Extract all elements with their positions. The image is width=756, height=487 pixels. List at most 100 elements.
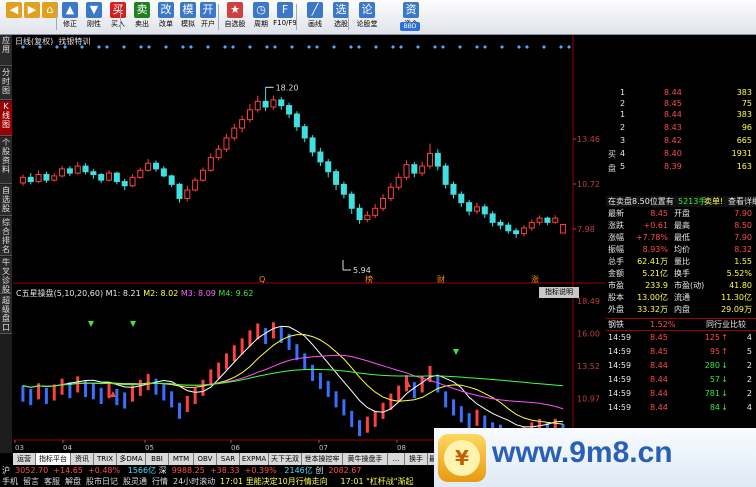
indicator-tab[interactable]: 天下无双: [269, 453, 302, 465]
toolbar-button-period[interactable]: ◷ 周期: [248, 2, 274, 33]
candle-body[interactable]: [43, 174, 50, 181]
candle-body[interactable]: [380, 197, 387, 209]
buy-row[interactable]: 4 8.40 1931: [606, 148, 756, 159]
status-menu-item[interactable]: 留言: [23, 477, 39, 486]
indicator-tab[interactable]: OBV: [194, 453, 217, 465]
sidebar-item-7[interactable]: 超级盘口: [0, 295, 12, 334]
toolbar-button-favorites[interactable]: ★ 自选股: [222, 2, 248, 33]
indicator-tab[interactable]: 运营: [13, 453, 36, 465]
status-menu-item[interactable]: 客服: [44, 477, 60, 486]
candle-body[interactable]: [333, 171, 340, 185]
candle-body[interactable]: [270, 99, 277, 108]
candle-body[interactable]: [137, 169, 144, 178]
event-marker[interactable]: 财: [437, 274, 445, 284]
candle-body[interactable]: [215, 148, 222, 159]
candle-body[interactable]: [262, 100, 269, 108]
news-item-1[interactable]: 17:01 里能决定10月行情走向: [220, 477, 328, 486]
indicator-tab[interactable]: 世本操控牢笼: [302, 453, 343, 475]
bbd-badge[interactable]: BBD: [400, 22, 420, 31]
candle-body[interactable]: [278, 99, 285, 107]
candle-body[interactable]: [348, 193, 355, 209]
indicator-tab[interactable]: BBI: [146, 453, 169, 465]
status-menu-item[interactable]: 股市日记: [86, 477, 118, 486]
candle-body[interactable]: [372, 207, 379, 216]
candle-body[interactable]: [505, 224, 512, 232]
candle-body[interactable]: [442, 165, 449, 185]
candle-body[interactable]: [90, 171, 97, 176]
candle-body[interactable]: [168, 175, 175, 185]
status-menu-item[interactable]: 行情: [152, 477, 168, 486]
sh-index[interactable]: 3052.70: [15, 466, 48, 475]
candle-body[interactable]: [66, 168, 73, 174]
sidebar-item-3[interactable]: 个股资料: [0, 137, 12, 184]
indicator-tab[interactable]: 多DMA: [117, 453, 146, 465]
sidebar-item-6[interactable]: 牛叉诊股: [0, 257, 12, 294]
candle-body[interactable]: [145, 162, 152, 171]
candle-body[interactable]: [411, 164, 418, 174]
candle-body[interactable]: [199, 169, 206, 181]
status-menu-item[interactable]: 手机: [2, 477, 18, 486]
cy-index[interactable]: 2082.67: [328, 466, 361, 475]
candle-body[interactable]: [192, 179, 199, 191]
candle-body[interactable]: [317, 151, 324, 163]
indicator-tab[interactable]: EXPMA: [240, 453, 269, 465]
indicator-tab[interactable]: 换手: [405, 453, 428, 465]
industry-compare-link[interactable]: 同行业比较: [706, 319, 746, 330]
candle-body[interactable]: [419, 165, 426, 174]
candle-body[interactable]: [364, 214, 371, 221]
toolbar-button-home[interactable]: ⌂: [40, 2, 60, 33]
candle-body[interactable]: [74, 165, 81, 174]
indicator-tab[interactable]: 指标平台: [36, 453, 71, 465]
toolbar-button-down[interactable]: ▼ 刚性: [84, 2, 104, 33]
candle-body[interactable]: [113, 172, 120, 183]
candle-body[interactable]: [286, 105, 293, 115]
candle-body[interactable]: [340, 183, 347, 195]
toolbar-button-draw[interactable]: ╱ 画线: [302, 2, 328, 33]
candle-body[interactable]: [231, 127, 238, 139]
candle-body[interactable]: [427, 152, 433, 167]
indicator-tab[interactable]: MTM: [169, 453, 194, 465]
indicator-tab[interactable]: SAR: [217, 453, 240, 465]
candle-body[interactable]: [19, 176, 26, 184]
buy-row[interactable]: 3 8.42 665: [606, 135, 756, 146]
candle-body[interactable]: [153, 162, 159, 170]
candle-body[interactable]: [356, 207, 363, 221]
candle-body[interactable]: [450, 183, 457, 195]
status-menu-item[interactable]: 24小时滚动: [173, 477, 215, 486]
candle-body[interactable]: [513, 230, 520, 235]
candle-body[interactable]: [387, 186, 394, 199]
candle-body[interactable]: [403, 164, 410, 178]
candle-body[interactable]: [82, 165, 89, 173]
indicator-tab[interactable]: 黄牛操盘手: [343, 453, 388, 465]
toolbar-button-sell[interactable]: 卖卖出: [132, 2, 152, 33]
candle-body[interactable]: [544, 217, 551, 223]
candle-body[interactable]: [481, 206, 488, 215]
sidebar-item-2[interactable]: K线图: [0, 101, 12, 136]
buy-row[interactable]: 5 8.39 163: [606, 161, 756, 172]
candle-body[interactable]: [121, 181, 128, 187]
candle-body[interactable]: [489, 213, 496, 223]
candle-body[interactable]: [520, 227, 527, 235]
candle-body[interactable]: [536, 217, 543, 223]
candle-body[interactable]: [98, 174, 105, 181]
sidebar-item-5[interactable]: 综合排名: [0, 217, 12, 256]
candle-body[interactable]: [35, 174, 42, 183]
candle-body[interactable]: [207, 157, 214, 171]
candle-body[interactable]: [325, 161, 332, 173]
toolbar-button-simulate[interactable]: 模模拟: [178, 2, 198, 33]
candle-body[interactable]: [176, 183, 183, 199]
candle-body[interactable]: [552, 217, 559, 223]
sidebar-item-4[interactable]: 自选股: [0, 185, 12, 216]
event-marker[interactable]: 涨: [531, 274, 539, 284]
candle-body[interactable]: [395, 176, 402, 188]
chart-area[interactable]: 13.46 10.72 7.98 18.20 5.94 Q 榜 财 涨 18.49 16.00 13.…: [13, 35, 605, 453]
indicator-tab[interactable]: TRIX: [94, 453, 117, 465]
candle-body[interactable]: [497, 221, 504, 226]
sidebar-item-0[interactable]: 应用: [0, 35, 12, 66]
candle-body[interactable]: [223, 137, 230, 150]
buy-row[interactable]: 1 8.44 383: [606, 109, 756, 120]
indicator-help-button[interactable]: 指标说明: [539, 287, 579, 298]
candle-body[interactable]: [473, 206, 480, 212]
candle-body[interactable]: [184, 189, 191, 199]
candle-body[interactable]: [246, 109, 253, 121]
